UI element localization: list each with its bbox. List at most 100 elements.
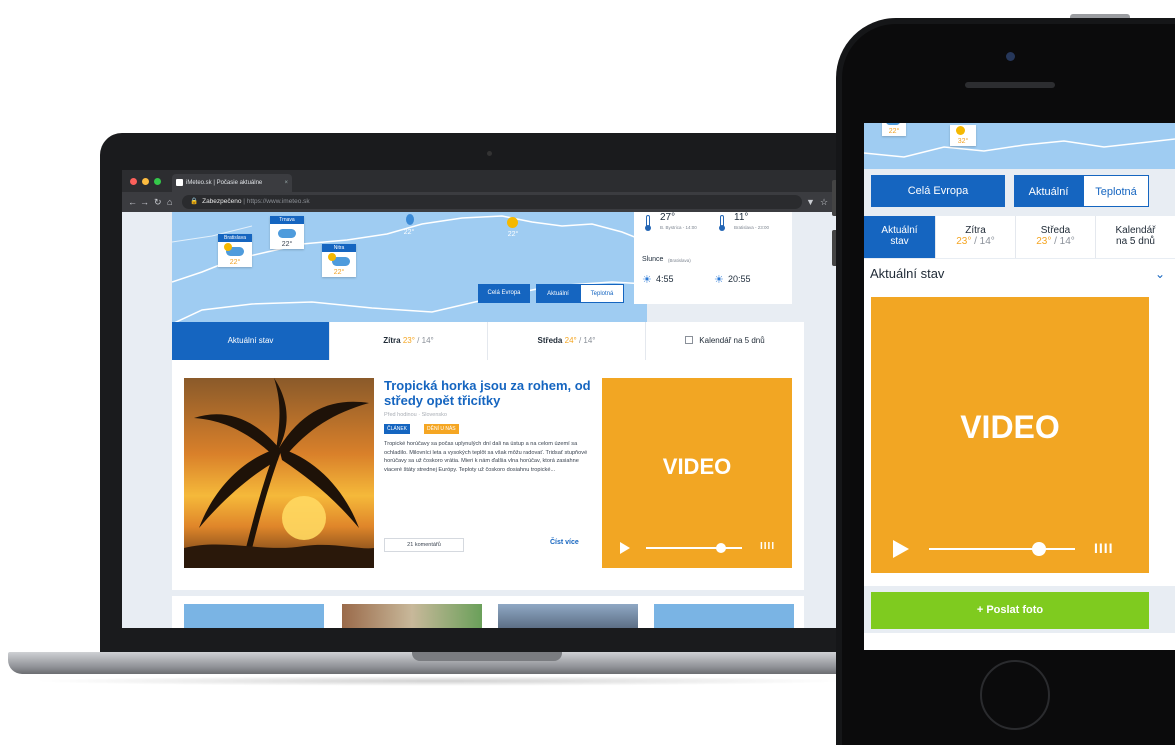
phone-video-progress-knob[interactable] bbox=[1032, 542, 1046, 556]
rain-icon bbox=[406, 214, 414, 225]
tab-calendar[interactable]: Kalendář na 5 dnů bbox=[646, 322, 804, 360]
phone-tab-tomorrow[interactable]: Zítra 23° / 14° bbox=[936, 216, 1016, 258]
phone-map-city-2[interactable]: 32° bbox=[950, 125, 976, 146]
laptop-camera bbox=[487, 151, 492, 156]
sun-icon bbox=[328, 253, 336, 261]
thermometer-min-icon bbox=[719, 215, 725, 231]
laptop-screen: iMeteo.sk | Počasie aktuálne × ← → ↻ ⌂ 🔒… bbox=[122, 170, 838, 628]
minimize-window-icon[interactable] bbox=[142, 178, 149, 185]
badge-today[interactable]: DĚNÍ U NÁS bbox=[424, 424, 459, 434]
city-temp: 22° bbox=[281, 241, 293, 248]
comments-button[interactable]: 21 komentářů bbox=[384, 538, 464, 552]
phone-current-button[interactable]: Aktuální bbox=[1014, 175, 1083, 207]
tab-wednesday[interactable]: Středa 24° / 14° bbox=[488, 322, 646, 360]
map-city-rain[interactable]: 22° bbox=[392, 212, 426, 237]
city-name: Nitra bbox=[322, 244, 356, 252]
tab-tomorrow-label: Zítra bbox=[383, 336, 401, 345]
read-more-link[interactable]: Číst více bbox=[550, 539, 579, 546]
close-tab-icon[interactable]: × bbox=[284, 174, 288, 192]
forward-icon[interactable]: → bbox=[140, 196, 149, 208]
volume-icon[interactable]: IIII bbox=[760, 541, 775, 552]
map-city-bratislava[interactable]: Bratislava 22° bbox=[218, 234, 252, 267]
sunrise-time: 4:55 bbox=[656, 274, 674, 284]
cloud-icon bbox=[886, 123, 900, 125]
city-temp: 22° bbox=[403, 229, 415, 236]
thumbnail-3[interactable] bbox=[498, 604, 638, 628]
maximize-window-icon[interactable] bbox=[154, 178, 161, 185]
sunset-icon: ☀ bbox=[714, 274, 724, 286]
bookmark-star-icon[interactable]: ☆ bbox=[820, 196, 828, 208]
sunset-time: 20:55 bbox=[728, 274, 751, 284]
phone-tab-wednesday[interactable]: Středa 23° / 14° bbox=[1016, 216, 1096, 258]
phone-temperature-button[interactable]: Teplotná bbox=[1083, 175, 1149, 207]
tab-current-state[interactable]: Aktuální stav bbox=[172, 322, 330, 360]
phone-europe-button[interactable]: Celá Evropa bbox=[871, 175, 1005, 207]
wednesday-low: 14° bbox=[583, 336, 596, 345]
tomorrow-low: 14° bbox=[421, 336, 434, 345]
map-europe-button[interactable]: Celá Evropa bbox=[478, 284, 530, 303]
video-progress-knob[interactable] bbox=[716, 543, 726, 553]
article-meta: Před hodinou · Slovensko bbox=[384, 412, 447, 418]
sun-icon bbox=[224, 243, 232, 251]
map-city-nitra[interactable]: Nitra 22° bbox=[322, 244, 356, 277]
browser-tab[interactable]: iMeteo.sk | Počasie aktuálne × bbox=[172, 174, 292, 192]
phone-video-progress-track[interactable] bbox=[929, 548, 1075, 550]
min-temp: 11° bbox=[734, 212, 749, 223]
badge-article[interactable]: ČLÁNEK bbox=[384, 424, 411, 434]
weather-info-panel: 27° B. Bystrica - 14:00 11° Bratislava -… bbox=[634, 212, 792, 304]
phone-volume-icon[interactable]: IIII bbox=[1094, 540, 1114, 556]
laptop-notch bbox=[412, 652, 562, 661]
article-photo[interactable] bbox=[184, 378, 374, 568]
play-icon[interactable] bbox=[620, 542, 630, 554]
reload-icon[interactable]: ↻ bbox=[154, 196, 162, 208]
phone-play-icon[interactable] bbox=[893, 540, 909, 558]
map-city-trnava[interactable]: Trnava 22° bbox=[270, 216, 304, 249]
phone-tab-current[interactable]: Aktuální stav bbox=[864, 216, 936, 258]
city-temp: 22° bbox=[888, 128, 900, 135]
article-body: Tropické horúčavy sa počas uplynulých dn… bbox=[384, 441, 588, 473]
thermometer-max-icon bbox=[645, 215, 651, 231]
tomorrow-high: 23° bbox=[402, 336, 415, 345]
phone-tab-calendar[interactable]: Kalendář na 5 dnů bbox=[1096, 216, 1175, 258]
thumbnail-1[interactable] bbox=[184, 604, 324, 628]
close-window-icon[interactable] bbox=[130, 178, 137, 185]
url-text: https://www.imeteo.sk bbox=[246, 198, 310, 205]
phone-map-city-1[interactable]: 22° bbox=[882, 123, 906, 136]
article-section: Tropická horka jsou za rohem, od středy … bbox=[172, 360, 804, 590]
chevron-down-icon[interactable]: ⌄ bbox=[1155, 259, 1165, 289]
back-icon[interactable]: ← bbox=[128, 196, 137, 208]
city-temp: 32° bbox=[957, 138, 969, 145]
map-current-button[interactable]: Aktuální bbox=[536, 284, 580, 303]
laptop-shadow bbox=[30, 676, 850, 686]
phone-camera bbox=[1006, 52, 1015, 61]
phone-speaker bbox=[965, 82, 1055, 88]
article-title[interactable]: Tropická horka jsou za rohem, od středy … bbox=[384, 378, 594, 408]
map-temperature-button[interactable]: Teplotná bbox=[580, 284, 624, 303]
video-player[interactable]: VIDEO IIII bbox=[602, 378, 792, 568]
browser-tab-bar: iMeteo.sk | Počasie aktuálne × bbox=[122, 170, 838, 192]
url-field[interactable]: 🔒 Zabezpečeno | https://www.imeteo.sk bbox=[182, 195, 802, 209]
phone-bottom-area bbox=[864, 633, 1175, 650]
video-progress-track[interactable] bbox=[646, 547, 742, 549]
send-photo-button[interactable]: + Poslat foto bbox=[871, 592, 1149, 629]
map-city-sunny[interactable]: 22° bbox=[496, 214, 530, 239]
calendar-icon bbox=[685, 336, 694, 344]
phone-section-header[interactable]: Aktuální stav ⌄ bbox=[864, 259, 1175, 289]
sun-icon bbox=[956, 126, 965, 135]
phone-video-player[interactable]: VIDEO IIII bbox=[871, 297, 1149, 573]
city-temp: 22° bbox=[507, 231, 519, 238]
phone-screen: 22° 32° Celá Evropa Aktuální Teplotná Ak… bbox=[864, 123, 1175, 650]
cloud-icon bbox=[278, 229, 296, 238]
tab-tomorrow[interactable]: Zítra 23° / 14° bbox=[330, 322, 488, 360]
sun-label: Slunce bbox=[642, 256, 664, 263]
city-name: Bratislava bbox=[218, 234, 252, 242]
home-icon[interactable]: ⌂ bbox=[167, 196, 172, 208]
phone-video-wrap: VIDEO IIII bbox=[864, 289, 1175, 586]
phone-home-button[interactable] bbox=[980, 660, 1050, 730]
phone-video-label: VIDEO bbox=[960, 409, 1060, 445]
filter-icon[interactable]: ▼ bbox=[806, 196, 815, 208]
thumbnail-2[interactable] bbox=[342, 604, 482, 628]
browser-tab-title: iMeteo.sk | Počasie aktuálne bbox=[186, 180, 263, 186]
web-page: Bratislava 22° Trnava 22° Nitra 22° 22° bbox=[122, 212, 838, 628]
thumbnail-4[interactable] bbox=[654, 604, 794, 628]
